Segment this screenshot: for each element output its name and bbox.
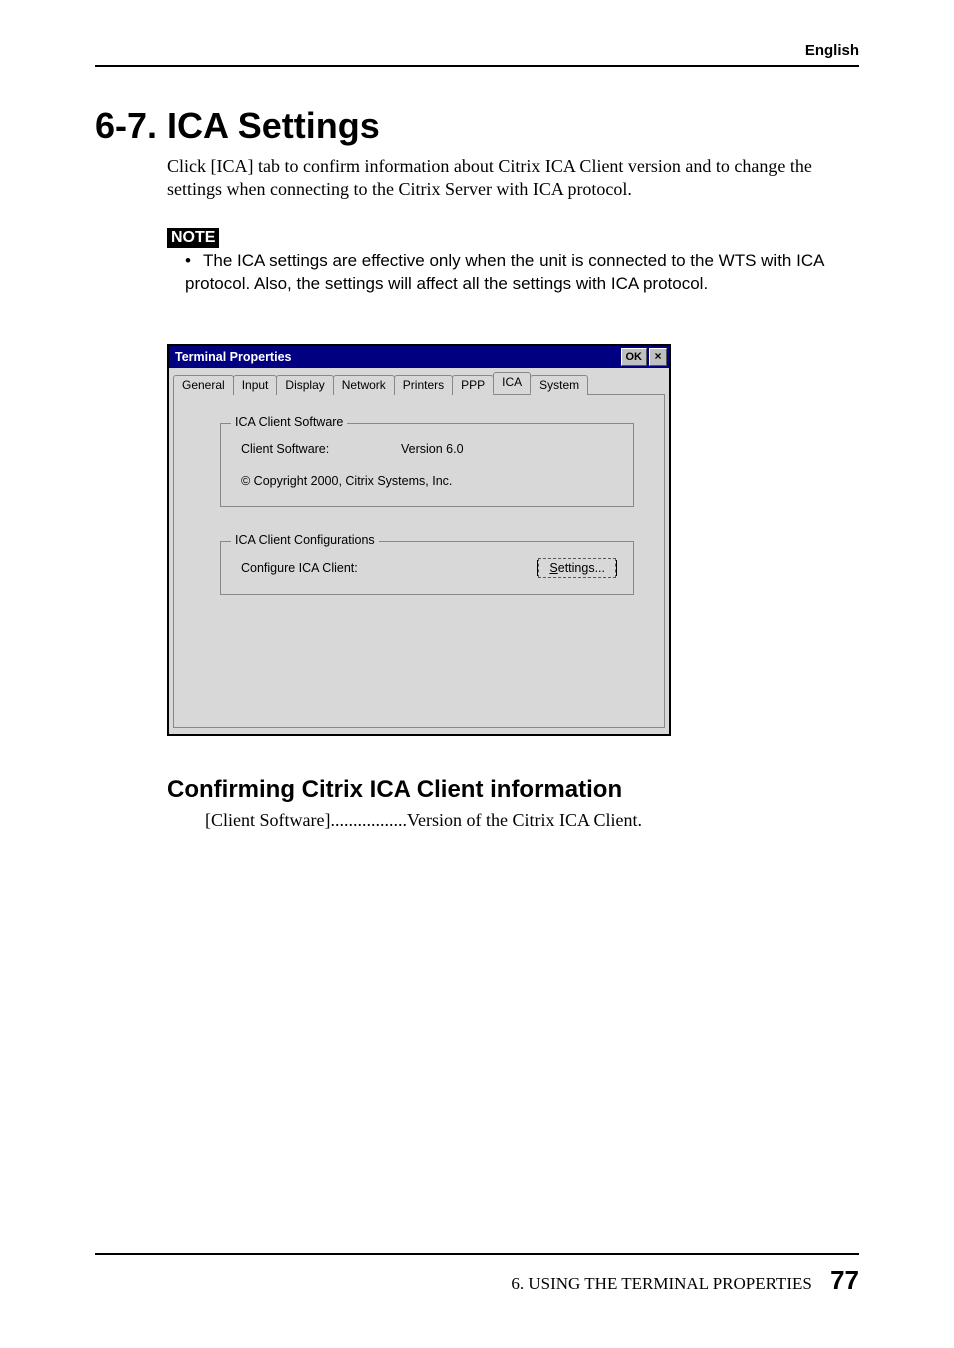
tab-general[interactable]: General: [173, 375, 234, 395]
settings-button-rest: ettings...: [558, 561, 605, 575]
page: English 6-7. ICA Settings Click [ICA] ta…: [0, 0, 954, 1348]
tab-network[interactable]: Network: [333, 375, 395, 395]
group-ica-client-config: ICA Client Configurations Configure ICA …: [220, 541, 634, 595]
language-header: English: [95, 42, 859, 67]
tab-display[interactable]: Display: [276, 375, 333, 395]
window-titlebar: Terminal Properties OK ×: [169, 346, 669, 368]
settings-button-accel: S: [549, 561, 557, 575]
settings-button[interactable]: Settings...: [537, 560, 617, 576]
page-number: 77: [830, 1265, 859, 1295]
group-legend-config: ICA Client Configurations: [231, 533, 379, 547]
group-legend-software: ICA Client Software: [231, 415, 347, 429]
window-title: Terminal Properties: [175, 350, 621, 364]
tab-panel-ica: ICA Client Software Client Software: Ver…: [173, 394, 665, 728]
intro-paragraph: Click [ICA] tab to confirm information a…: [167, 155, 859, 202]
note-item: •The ICA settings are effective only whe…: [185, 250, 859, 296]
footer-rule: [95, 1253, 859, 1255]
configure-client-label: Configure ICA Client:: [241, 561, 358, 575]
tab-strip: General Input Display Network Printers P…: [169, 368, 669, 394]
section-heading: 6-7. ICA Settings: [95, 105, 859, 147]
ok-button[interactable]: OK: [621, 348, 648, 366]
subsection-heading: Confirming Citrix ICA Client information: [167, 776, 859, 804]
terminal-properties-window: Terminal Properties OK × General Input D…: [167, 344, 671, 736]
note-text: The ICA settings are effective only when…: [185, 251, 824, 293]
tab-input[interactable]: Input: [233, 375, 278, 395]
tab-ppp[interactable]: PPP: [452, 375, 494, 395]
note-badge: NOTE: [167, 228, 219, 248]
page-footer: 6. USING THE TERMINAL PROPERTIES 77: [95, 1253, 859, 1296]
bullet-icon: •: [185, 250, 203, 273]
copyright-text: © Copyright 2000, Citrix Systems, Inc.: [241, 474, 617, 488]
tab-printers[interactable]: Printers: [394, 375, 453, 395]
tab-ica[interactable]: ICA: [493, 372, 531, 394]
client-software-version: Version 6.0: [401, 442, 464, 456]
tab-system[interactable]: System: [530, 375, 588, 395]
group-ica-client-software: ICA Client Software Client Software: Ver…: [220, 423, 634, 507]
close-icon[interactable]: ×: [649, 348, 667, 366]
subsection-item: [Client Software].................Versio…: [205, 810, 859, 831]
client-software-label: Client Software:: [241, 442, 401, 456]
footer-chapter: 6. USING THE TERMINAL PROPERTIES: [511, 1274, 811, 1293]
